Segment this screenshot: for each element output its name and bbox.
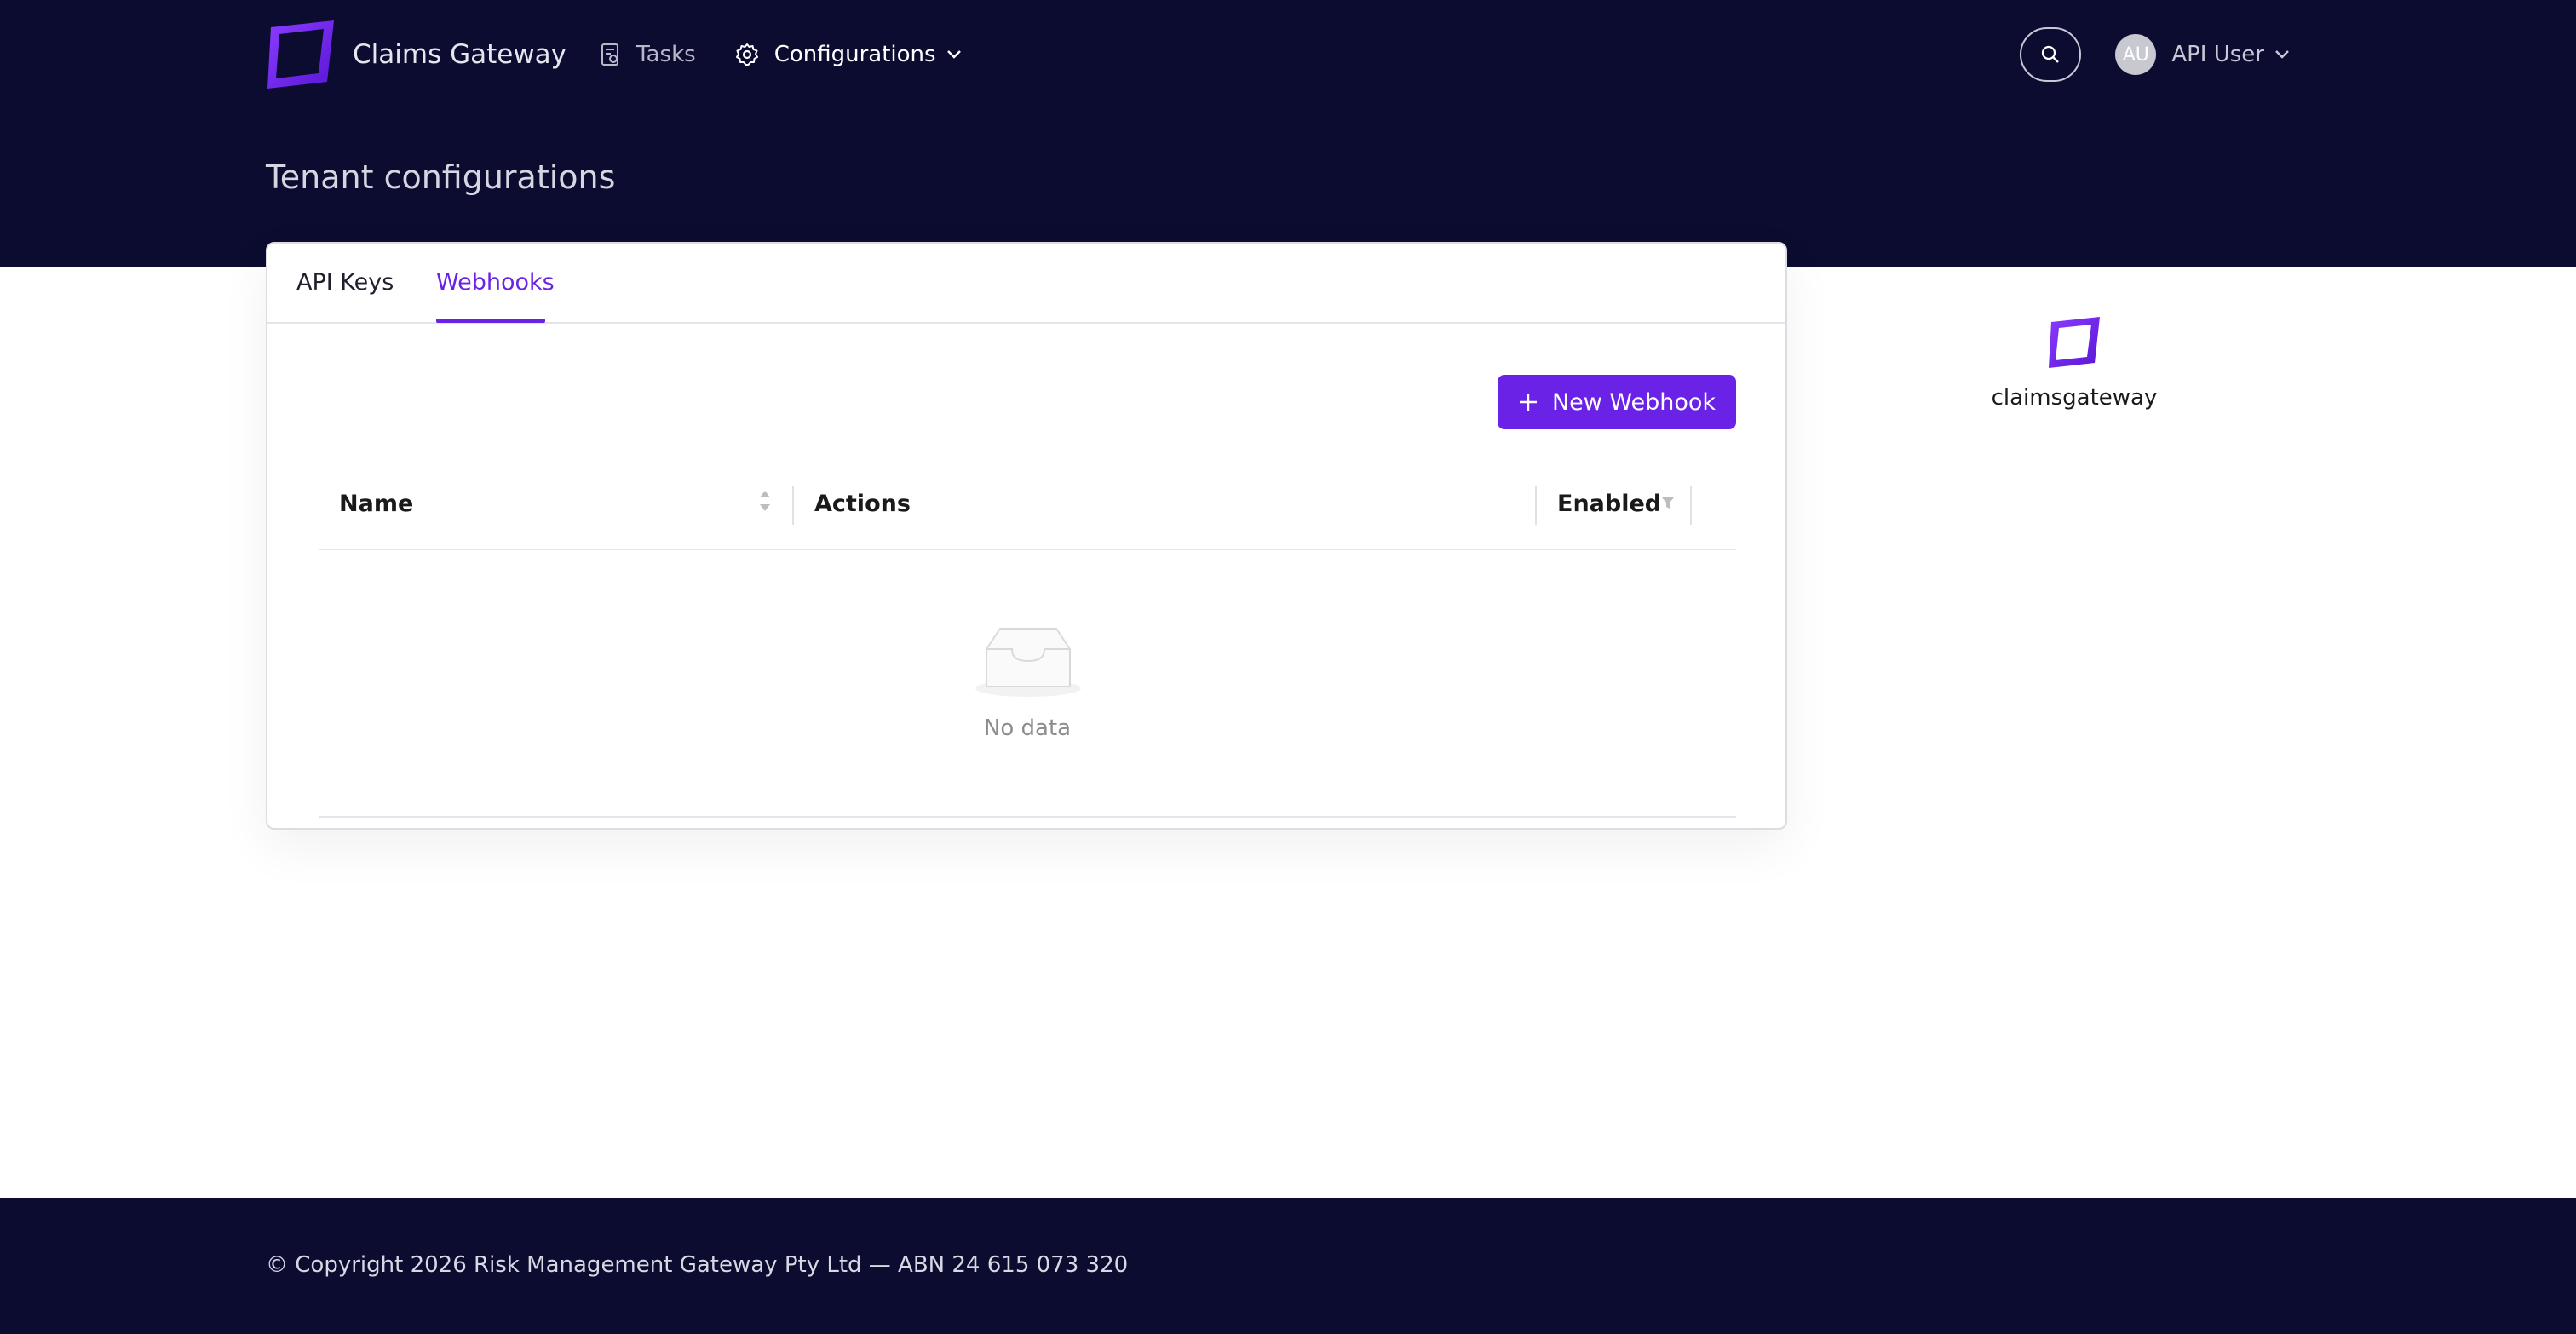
empty-text: No data <box>983 716 1072 741</box>
header-band: Claims Gateway Tasks Configurations AU A… <box>0 0 2576 267</box>
column-divider[interactable] <box>792 486 794 525</box>
page-title: Tenant configurations <box>266 158 616 196</box>
table-header: Name Actions Enabled <box>319 469 1736 550</box>
plus-icon <box>1519 394 1537 411</box>
footer: © Copyright 2026 Risk Management Gateway… <box>0 1198 2576 1334</box>
nav-item-label: Configurations <box>773 42 936 67</box>
new-webhook-button[interactable]: New Webhook <box>1498 375 1736 429</box>
filter-icon[interactable] <box>1659 494 1676 511</box>
column-header-actions: Actions <box>814 491 911 517</box>
configurations-card: API Keys Webhooks New Webhook Name Actio… <box>266 242 1787 830</box>
empty-state: No data <box>319 550 1736 818</box>
user-name: API User <box>2171 42 2264 67</box>
clipboard-icon <box>601 43 619 66</box>
nav-item-label: Tasks <box>636 42 696 67</box>
tenant-logo-icon <box>2049 317 2100 368</box>
top-nav: Claims Gateway Tasks Configurations AU A… <box>266 20 2290 89</box>
copyright-text: © Copyright 2026 Risk Management Gateway… <box>266 1252 1129 1278</box>
tab-api-keys[interactable]: API Keys <box>296 269 394 314</box>
claims-gateway-logo-icon[interactable] <box>266 19 337 90</box>
tenant-switcher[interactable]: claimsgateway <box>1951 315 2198 411</box>
tab-webhooks[interactable]: Webhooks <box>436 269 555 314</box>
avatar: AU <box>2115 34 2157 75</box>
webhooks-table: Name Actions Enabled No data <box>319 469 1736 818</box>
tenant-name: claimsgateway <box>1991 385 2158 411</box>
search-button[interactable] <box>2020 27 2082 82</box>
column-divider[interactable] <box>1690 486 1692 525</box>
user-menu[interactable]: AU API User <box>2115 34 2290 75</box>
page: Claims Gateway Tasks Configurations AU A… <box>0 0 2576 1334</box>
brand-name[interactable]: Claims Gateway <box>353 39 566 70</box>
active-tab-indicator <box>436 319 545 323</box>
chevron-down-icon <box>2275 50 2289 59</box>
empty-inbox-icon <box>975 628 1081 697</box>
column-header-enabled: Enabled <box>1557 491 1662 517</box>
column-divider[interactable] <box>1535 486 1537 525</box>
new-webhook-label: New Webhook <box>1551 388 1716 416</box>
gear-icon <box>735 43 758 66</box>
chevron-down-icon <box>946 50 961 59</box>
column-header-name[interactable]: Name <box>339 491 413 517</box>
nav-item-tasks[interactable]: Tasks <box>601 42 696 67</box>
sort-icon[interactable] <box>757 487 773 515</box>
tab-bar: API Keys Webhooks <box>267 244 1785 324</box>
search-icon <box>2042 45 2060 63</box>
nav-right: AU API User <box>2020 27 2290 82</box>
nav-item-configurations[interactable]: Configurations <box>735 42 962 67</box>
